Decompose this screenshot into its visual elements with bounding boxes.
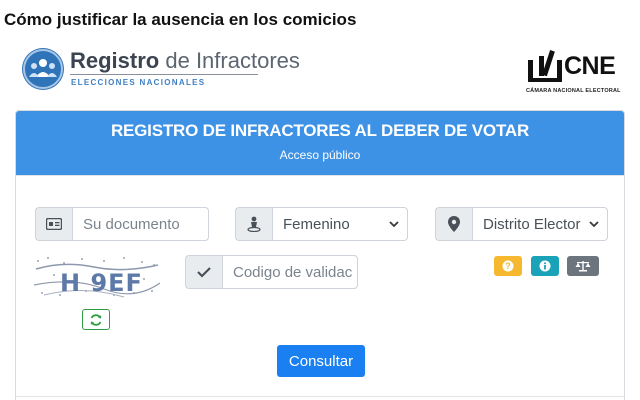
code-input-group: Codigo de validac [185, 255, 358, 289]
district-select[interactable]: Distrito Elector [472, 207, 608, 241]
card-subtitle: Acceso público [279, 148, 361, 162]
refresh-icon [90, 313, 102, 326]
document-input-group: Su documento [35, 207, 209, 241]
cne-emblem-icon [528, 50, 562, 82]
gender-select[interactable]: Femenino [272, 207, 408, 241]
registro-logo: Registro de Infractores ELECCIONES NACIO… [22, 46, 300, 96]
cne-logo-subtitle: CÁMARA NACIONAL ELECTORAL [526, 88, 621, 94]
divider [16, 175, 624, 176]
district-select-value: Distrito Elector [483, 215, 581, 233]
info-icon [539, 260, 551, 272]
registro-logo-subtitle: ELECCIONES NACIONALES [71, 78, 206, 87]
gender-select-value: Femenino [283, 215, 350, 233]
divider [16, 396, 624, 397]
people-group-icon [22, 48, 64, 90]
check-icon [185, 255, 222, 289]
validation-code-input[interactable]: Codigo de validac [222, 255, 358, 289]
card-title: REGISTRO DE INFRACTORES AL DEBER DE VOTA… [110, 121, 530, 140]
id-card-icon [35, 207, 72, 241]
district-select-group: Distrito Elector [435, 207, 608, 241]
gender-select-group: Femenino [235, 207, 408, 241]
chevron-down-icon [589, 221, 599, 228]
svg-text:?: ? [505, 261, 511, 271]
person-icon [235, 207, 272, 241]
document-input[interactable]: Su documento [72, 207, 209, 241]
logo-divider [70, 74, 258, 75]
registro-logo-title: Registro de Infractores [70, 48, 300, 73]
question-icon: ? [502, 260, 514, 272]
refresh-captcha-button[interactable] [82, 309, 110, 330]
captcha-image: H 9EF [34, 255, 160, 299]
chevron-down-icon [389, 221, 399, 228]
legal-button[interactable] [567, 256, 599, 276]
consult-button[interactable]: Consultar [277, 345, 365, 377]
cne-logo: CNE CÁMARA NACIONAL ELECTORAL [524, 46, 624, 96]
info-button[interactable] [531, 256, 559, 276]
cne-logo-title: CNE [564, 52, 616, 80]
card-header: REGISTRO DE INFRACTORES AL DEBER DE VOTA… [16, 111, 624, 175]
help-button[interactable]: ? [494, 256, 522, 276]
balance-scale-icon [575, 261, 591, 272]
map-marker-icon [435, 207, 472, 241]
article-title: Cómo justificar la ausencia en los comic… [4, 10, 357, 29]
captcha-text: H 9EF [60, 269, 143, 297]
